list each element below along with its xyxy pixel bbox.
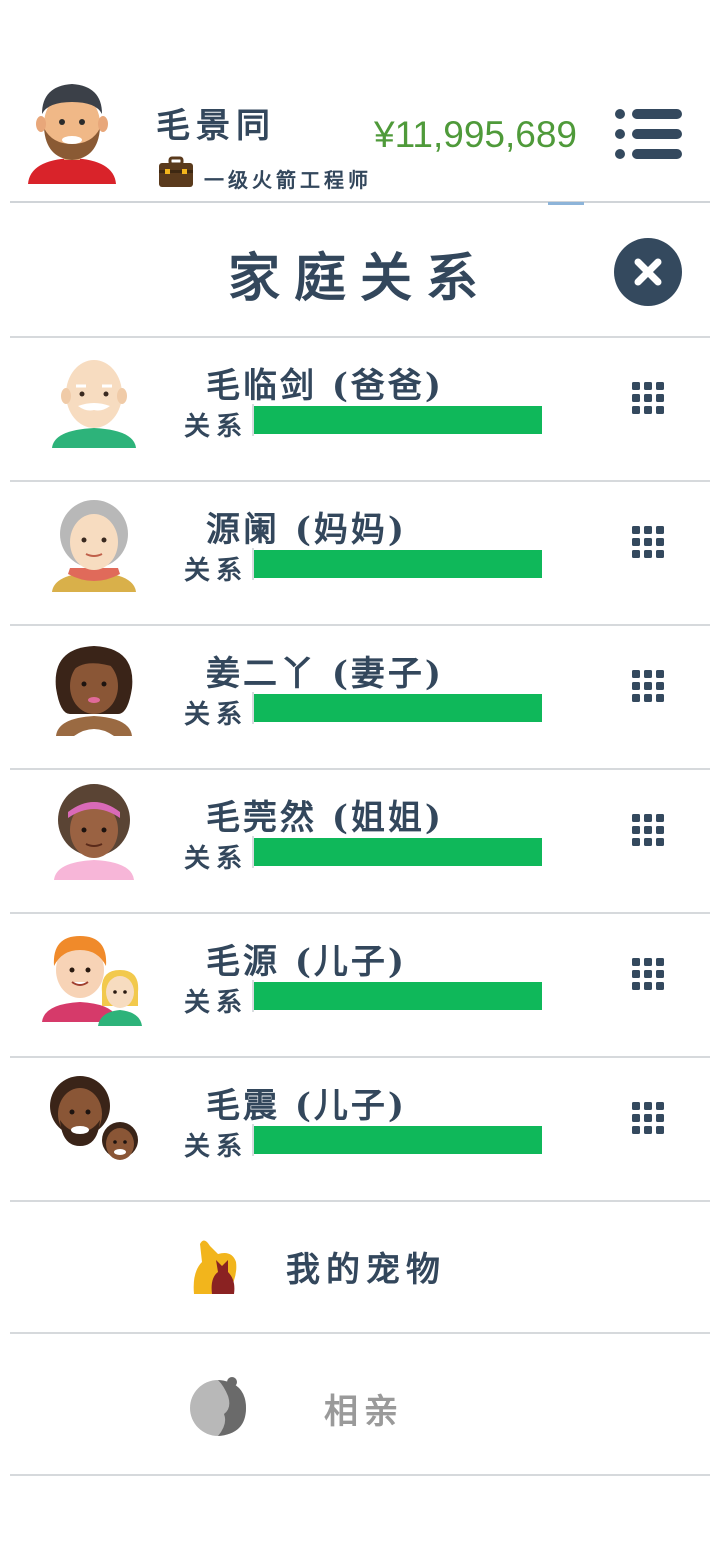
relation-actions-button[interactable]: [628, 810, 668, 850]
bearded-man-avatar-icon: [28, 84, 116, 184]
relation-label: 关系: [184, 1132, 249, 1162]
relation-bar: [252, 404, 542, 436]
relation-bar: [252, 836, 542, 868]
my-pets-label: 我的宠物: [286, 1250, 446, 1290]
relation-bar: [252, 692, 542, 724]
relation-row-wife: 姜二丫 (妻子) 关系: [10, 626, 710, 770]
woman-dark-hair-avatar-icon: [55, 646, 133, 736]
grid-icon: [632, 958, 664, 990]
relation-bar: [252, 548, 542, 580]
menu-button[interactable]: [612, 106, 684, 162]
grid-icon: [632, 382, 664, 414]
relation-actions-button[interactable]: [628, 666, 668, 706]
close-icon: [634, 258, 662, 286]
dog-cat-icon: [193, 1240, 237, 1294]
relation-name: 毛源 (儿子): [206, 942, 408, 982]
son-with-child-avatar-icon: [50, 1076, 138, 1160]
grid-icon: [632, 1102, 664, 1134]
money-display: ¥11,995,689: [374, 114, 578, 155]
relation-actions-button[interactable]: [628, 1098, 668, 1138]
relation-row-son-2: 毛震 (儿子) 关系: [10, 1058, 710, 1202]
relation-bar-fill: [254, 406, 542, 434]
relation-name: 毛震 (儿子): [206, 1086, 408, 1126]
list-menu-icon: [615, 109, 682, 159]
woman-curly-hair-avatar-icon: [54, 784, 134, 880]
relation-name: 毛临剑 (爸爸): [206, 366, 445, 406]
relation-name: 源阑 (妈妈): [206, 510, 408, 550]
briefcase-icon: [159, 156, 193, 187]
relation-actions-button[interactable]: [628, 378, 668, 418]
relation-row-sister: 毛莞然 (姐姐) 关系: [10, 770, 710, 914]
relation-bar: [252, 980, 542, 1012]
relation-row-son-1: 毛源 (儿子) 关系: [10, 914, 710, 1058]
close-button[interactable]: [614, 238, 682, 306]
player-name: 毛景同: [156, 106, 276, 146]
my-pets-button[interactable]: 我的宠物: [10, 1192, 710, 1334]
dating-button[interactable]: 相亲: [10, 1334, 710, 1476]
relation-label: 关系: [184, 556, 249, 586]
job-title: 一级火箭工程师: [204, 168, 372, 192]
grid-icon: [632, 814, 664, 846]
relation-bar-fill: [254, 1126, 542, 1154]
grid-icon: [632, 526, 664, 558]
son-with-partner-avatar-icon: [42, 936, 142, 1026]
relation-row-mother: 源阑 (妈妈) 关系: [10, 482, 710, 626]
old-bald-man-avatar-icon: [52, 360, 136, 448]
relation-bar-fill: [254, 694, 542, 722]
relation-label: 关系: [184, 700, 249, 730]
relation-row-father: 毛临剑 (爸爸) 关系: [10, 338, 710, 482]
relation-bar-fill: [254, 550, 542, 578]
relation-actions-button[interactable]: [628, 954, 668, 994]
old-woman-avatar-icon: [52, 500, 136, 592]
relation-actions-button[interactable]: [628, 522, 668, 562]
relation-label: 关系: [184, 412, 249, 442]
relation-bar: [252, 1124, 542, 1156]
relation-label: 关系: [184, 844, 249, 874]
relation-bar-fill: [254, 982, 542, 1010]
relation-bar-fill: [254, 838, 542, 866]
relation-name: 毛莞然 (姐姐): [206, 798, 445, 838]
header: 毛景同 一级火箭工程师 ¥11,995,689: [0, 0, 720, 205]
dating-label: 相亲: [324, 1392, 404, 1432]
header-divider: [10, 201, 710, 203]
relation-label: 关系: [184, 988, 249, 1018]
page-title: 家庭关系: [227, 248, 492, 309]
header-accent: [548, 202, 584, 205]
grid-icon: [632, 670, 664, 702]
relation-name: 姜二丫 (妻子): [206, 654, 445, 694]
couple-silhouette-icon: [190, 1377, 246, 1436]
